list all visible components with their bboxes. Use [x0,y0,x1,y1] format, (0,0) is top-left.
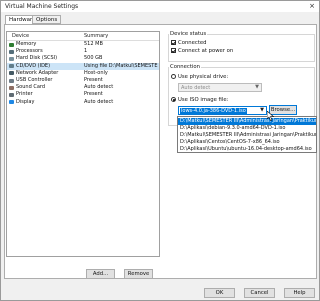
memory-icon [9,42,14,47]
device-name: Processors [16,48,43,55]
device-name: Printer [16,91,33,98]
display-icon [9,100,14,105]
device-name: Hard Disk (SCSI) [16,55,58,62]
iso-image-select[interactable]: lows-4.0.ja-386-DVD-1.iso ▼ [178,106,267,115]
iso-option[interactable]: D:\Aplikasi\debian-9.3.0-amd64-DVD-1.iso [178,125,316,132]
remove-button[interactable]: Remove [124,269,153,279]
add-button[interactable]: Add... [86,269,115,279]
iso-option[interactable]: D:\Aplikasi\Centos\CentOS-7-x86_64.iso [178,139,316,146]
cancel-button[interactable]: Cancel [244,288,275,298]
close-icon[interactable]: × [309,2,315,10]
mouse-pointer-icon [267,111,274,121]
device-list-header: Device Summary [7,32,159,41]
device-row[interactable]: USB Controller Present [7,77,159,84]
device-summary: Using file D:\Matkul\SEMESTER ... [84,62,158,69]
physical-drive-value: Auto detect [181,85,211,91]
device-row[interactable]: Display Auto detect [7,99,159,106]
sound-card-icon [9,85,14,90]
device-summary: Host-only [84,69,108,76]
device-status-legend: Device status [170,31,207,37]
device-summary: Auto detect [84,84,114,91]
network-adapter-icon [9,71,14,76]
connection-legend: Connection [170,64,200,70]
device-row[interactable]: Processors 1 [7,48,159,55]
device-name: Memory [16,41,37,47]
connect-at-power-on-checkbox[interactable] [171,48,176,53]
usb-controller-icon [9,78,14,83]
iso-option[interactable]: D:\Matkul\SEMESTER III\Administrasi Jari… [178,118,316,125]
device-row[interactable]: Hard Disk (SCSI) 500 GB [7,55,159,62]
device-name: Sound Card [16,84,46,91]
device-name: Network Adapter [16,69,59,76]
title-bar: Virtual Machine Settings × [1,1,319,12]
virtual-machine-settings-window: Virtual Machine Settings × Hardware Opti… [0,0,320,301]
device-list: Device Summary Memory 512 MB Processors 1 Ha… [6,31,160,257]
tab-options[interactable]: Options [32,15,62,24]
device-summary: 500 GB [84,55,103,62]
connected-checkbox[interactable] [171,40,176,45]
help-button[interactable]: Help [284,288,315,298]
column-header-summary[interactable]: Summary [84,33,108,39]
device-summary: Present [84,77,103,83]
device-summary: Present [84,91,103,98]
connected-label: Connected [178,40,207,46]
device-name: Display [16,98,35,105]
use-physical-drive-label: Use physical drive: [178,74,229,80]
device-row[interactable]: Memory 512 MB [7,41,159,48]
use-physical-drive-radio[interactable] [171,74,176,79]
iso-option[interactable]: D:\Matkul\SEMESTER III\Administrasi Jari… [178,132,316,139]
connect-at-power-on-label: Connect at power on [178,48,234,54]
processor-icon [9,49,14,54]
use-iso-image-label: Use ISO image file: [178,97,229,103]
device-summary: 512 MB [84,41,103,47]
iso-image-dropdown-list: D:\Matkul\SEMESTER III\Administrasi Jari… [177,116,317,153]
device-name: USB Controller [16,77,53,83]
device-summary: Auto detect [84,98,114,105]
hard-disk-icon [9,56,14,61]
column-header-device[interactable]: Device [12,33,29,39]
device-row[interactable]: Sound Card Auto detect [7,84,159,91]
ok-button[interactable]: OK [204,288,235,298]
device-summary: 1 [84,48,88,55]
use-iso-image-radio[interactable] [171,97,176,102]
device-row[interactable]: CD/DVD (IDE) Using file D:\Matkul\SEMESTE… [7,62,159,70]
device-name: CD/DVD (IDE) [16,62,51,69]
device-row[interactable]: Printer Present [7,91,159,98]
iso-image-value: lows-4.0.ja-386-DVD-1.iso [180,108,247,114]
chevron-down-icon: ▼ [260,107,264,113]
device-row[interactable]: Network Adapter Host-only [7,70,159,77]
printer-icon [9,92,14,97]
window-title: Virtual Machine Settings [5,3,79,10]
cd-dvd-icon [9,64,14,69]
device-status-group: Device status [168,31,315,62]
chevron-down-icon: ▼ [255,84,259,90]
iso-option[interactable]: D:\Aplikasi\Ubuntu\ubuntu-16.04-desktop-… [178,146,316,152]
physical-drive-select[interactable]: Auto detect ▼ [178,83,262,92]
